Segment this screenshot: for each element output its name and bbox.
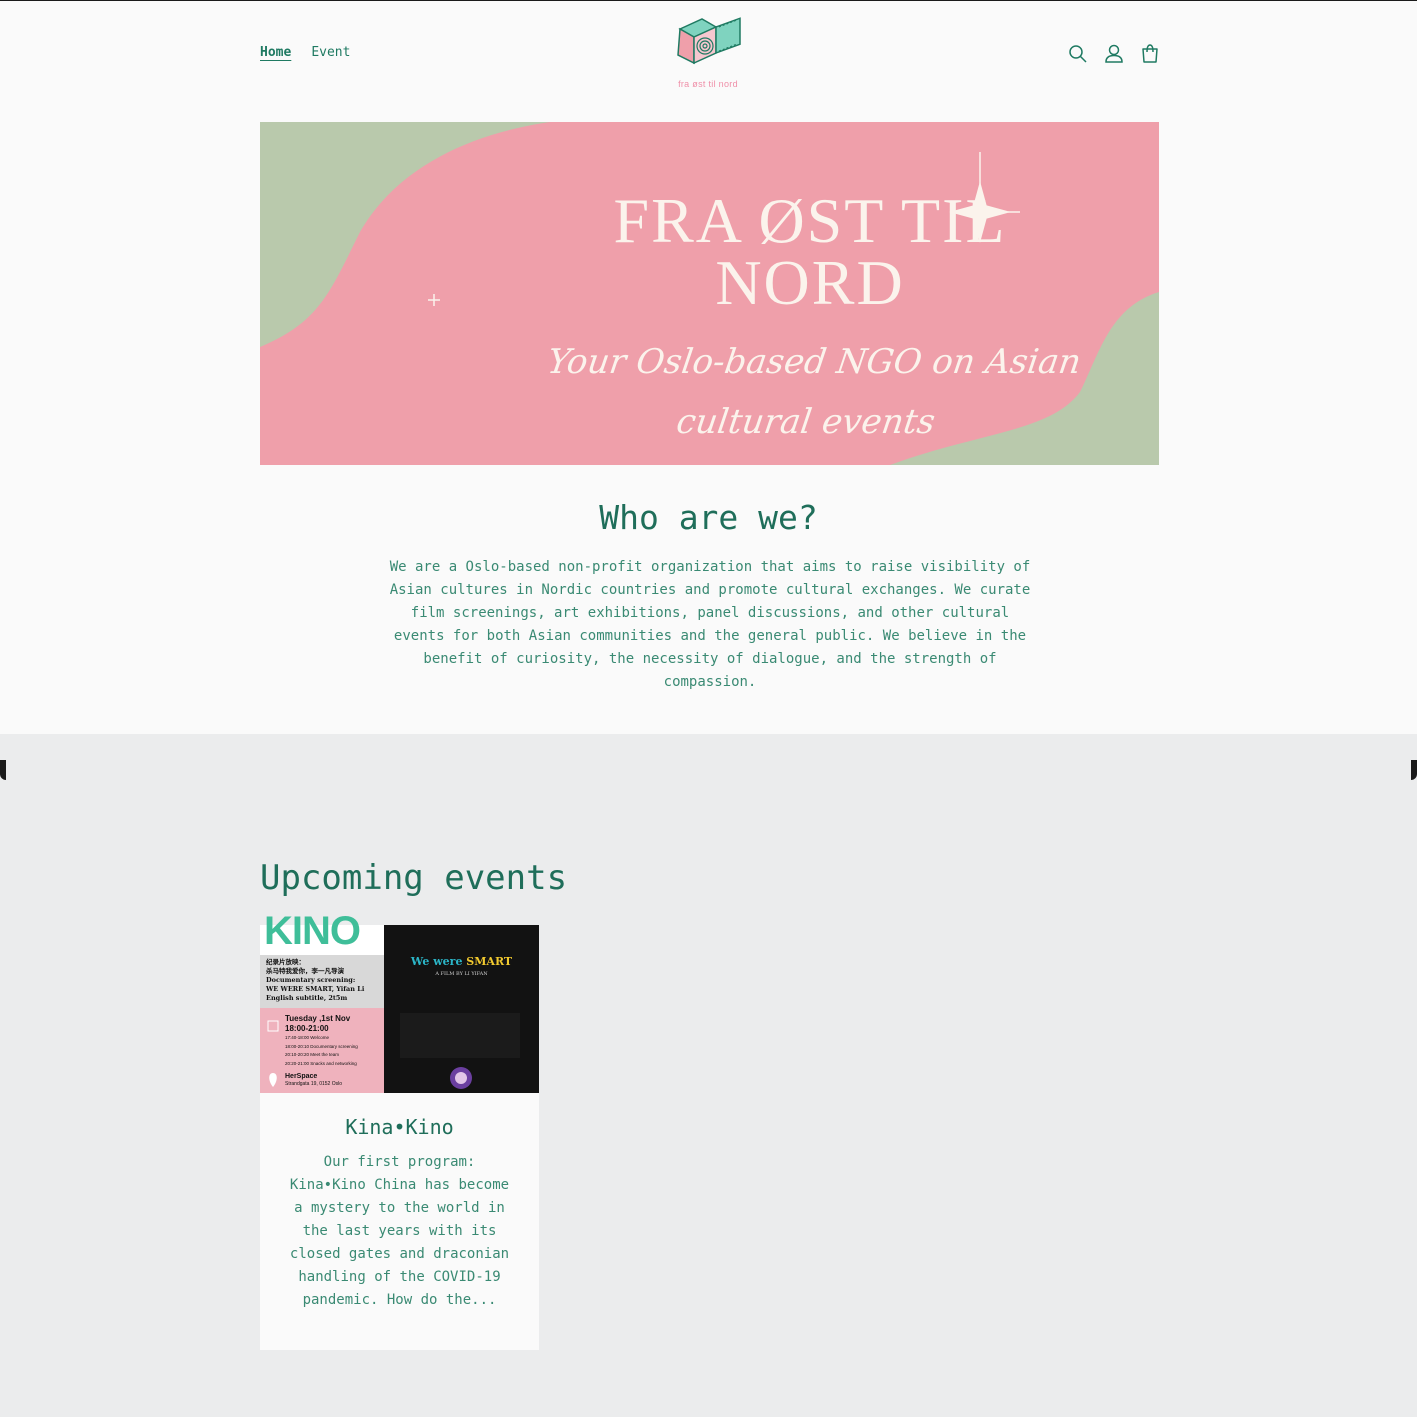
event-excerpt: Our first program: Kina•Kino China has b… — [289, 1154, 510, 1308]
event-title[interactable]: Kina•Kino — [260, 1115, 539, 1139]
window-corner-right — [1411, 760, 1417, 780]
poster-chinese-line2: 杀马特我爱你，李一凡导演 — [266, 967, 344, 975]
nav-event[interactable]: Event — [311, 45, 350, 60]
poster-brand: KINO — [264, 911, 361, 951]
poster-film-by: A FILM BY LI YIFAN — [435, 971, 488, 977]
hero-subtitle-line1: Your Oslo-based NGO on Asian — [544, 342, 1084, 382]
hero-title-line2: NORD — [715, 247, 905, 318]
top-section: Home Event fra øst til nord FRA ØST TIL … — [0, 1, 1417, 734]
nav-home[interactable]: Home — [260, 45, 291, 60]
header-icons — [1068, 43, 1160, 65]
search-icon[interactable] — [1068, 43, 1088, 65]
poster-film-title-a: We were — [410, 955, 467, 968]
logo-text: fra øst til nord — [678, 79, 738, 89]
poster-schedule-3: 20:10-20:20 Meet the team — [285, 1052, 340, 1057]
poster-film-title-b: SMART — [466, 955, 513, 968]
event-card[interactable]: KINO 纪录片放映： 杀马特我爱你，李一凡导演 Documentary scr… — [260, 911, 539, 1350]
about-text: We are a Oslo-based non-profit organizat… — [389, 559, 1031, 690]
events-heading: Upcoming events — [260, 858, 568, 898]
poster-date: Tuesday ,1st Nov — [285, 1014, 351, 1023]
section-divider — [0, 734, 1417, 779]
poster-time: 18:00-21:00 — [285, 1024, 329, 1033]
hero-subtitle-line2: cultural events — [673, 402, 938, 442]
site-logo[interactable]: fra øst til nord — [668, 15, 748, 89]
event-poster[interactable]: KINO 纪录片放映： 杀马特我爱你，李一凡导演 Documentary scr… — [260, 911, 539, 1093]
account-icon[interactable] — [1104, 43, 1124, 65]
hero-subtitle: Your Oslo-based NGO on Asian cultural ev… — [532, 332, 1089, 452]
poster-schedule-4: 20:20-21:00 Snacks and networking — [285, 1060, 357, 1066]
cart-icon[interactable] — [1140, 43, 1160, 65]
poster-line3: English subtitle, 2t5m — [266, 994, 348, 1002]
hero-title: FRA ØST TIL NORD — [530, 185, 1090, 318]
poster-schedule-2: 18:00-20:10 Documentary screening — [285, 1043, 358, 1049]
poster-line1: Documentary screening: — [266, 976, 356, 984]
poster-schedule-1: 17:40-18:00 Welcome — [285, 1035, 329, 1040]
poster-chinese-line1: 纪录片放映： — [266, 958, 305, 966]
poster-line2: WE WERE SMART, Yifan Li — [266, 985, 365, 993]
about-heading: Who are we? — [599, 498, 818, 537]
poster-address: Strandgata 19, 0152 Oslo — [285, 1081, 342, 1087]
logo-cube-icon — [677, 17, 741, 65]
poster-venue: HerSpace — [285, 1073, 318, 1080]
poster-film-title: We were SMART — [384, 955, 539, 968]
main-nav: Home Event — [260, 45, 350, 60]
hero-banner: FRA ØST TIL NORD Your Oslo-based NGO on … — [260, 122, 1159, 465]
window-corner-left — [0, 760, 6, 780]
hero-title-line1: FRA ØST TIL — [613, 185, 1007, 256]
